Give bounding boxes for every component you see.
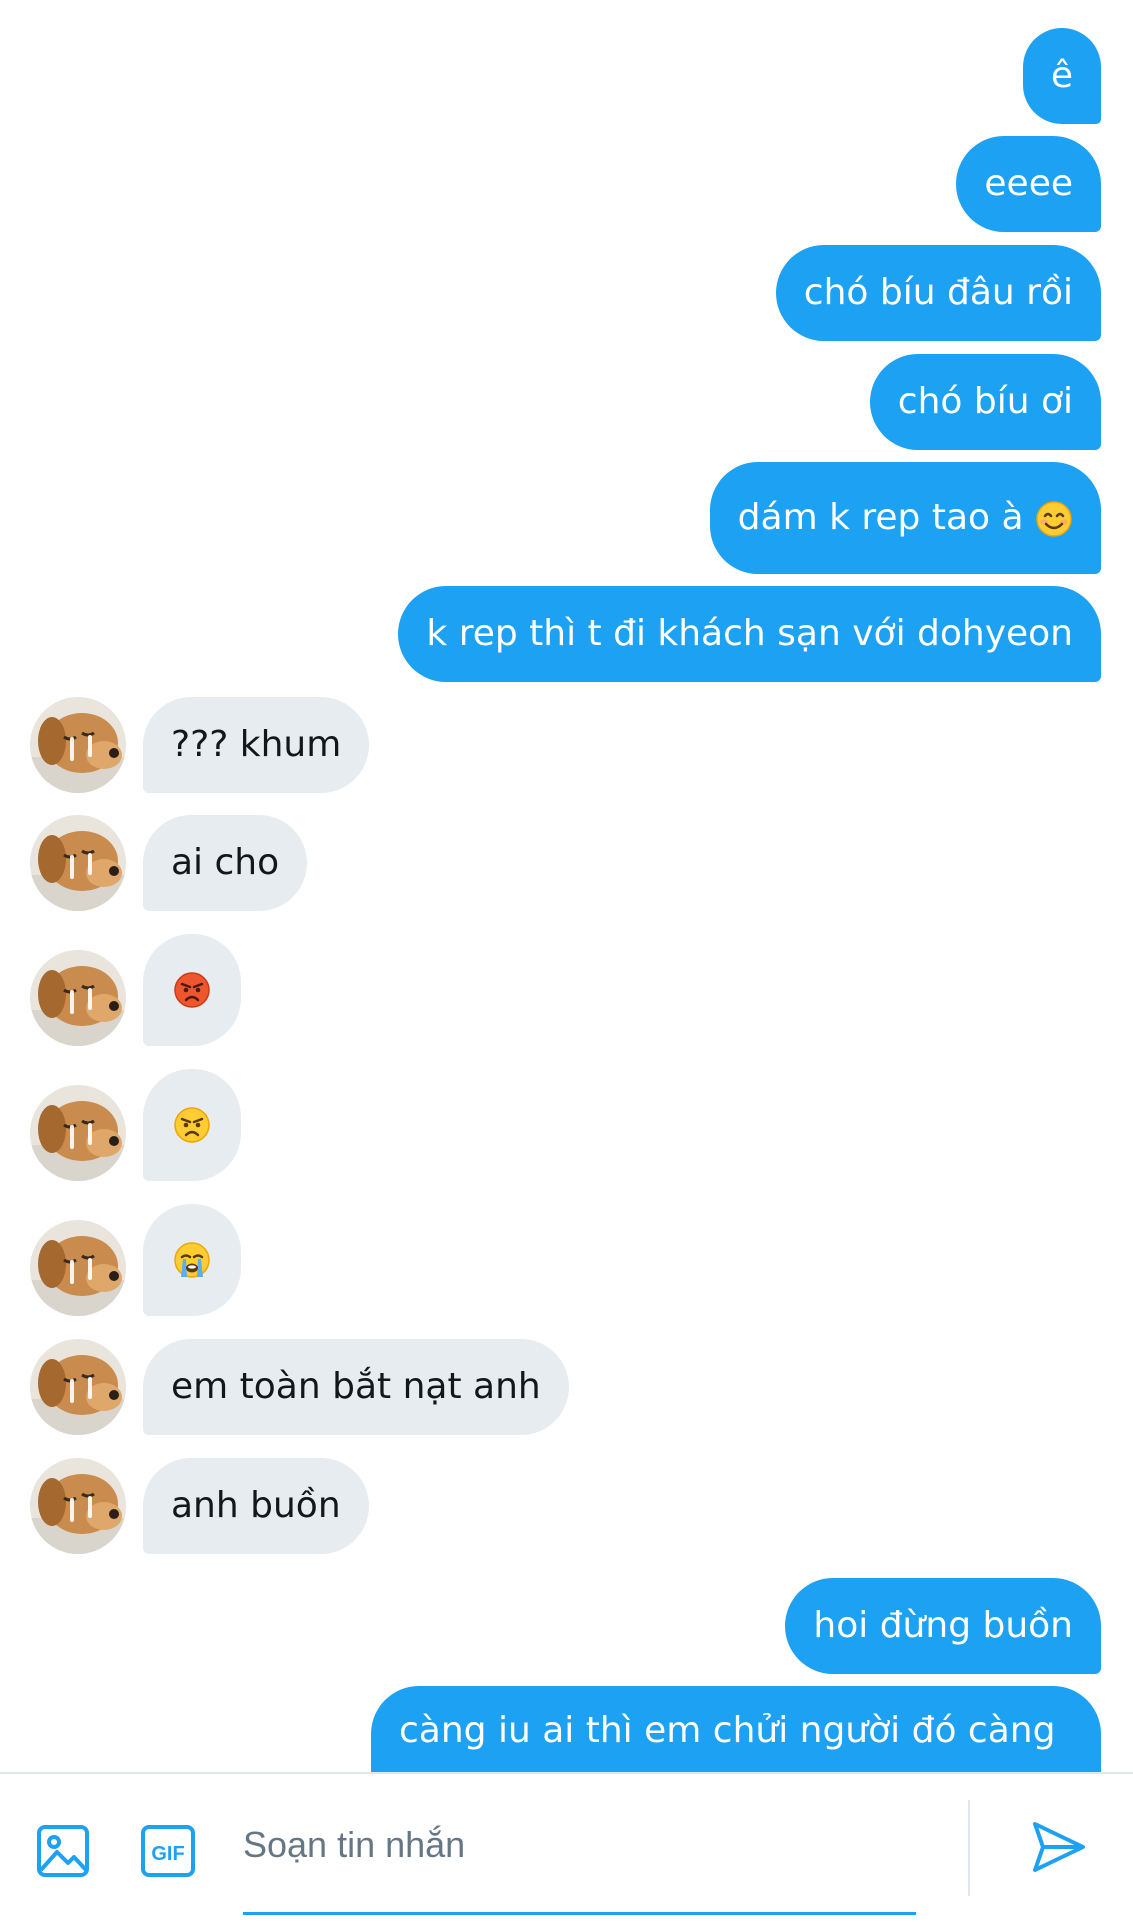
dog-photo-icon — [30, 1220, 126, 1316]
dog-photo-icon — [30, 1085, 126, 1181]
message-text: anh buồn — [171, 1485, 341, 1526]
outgoing-message-bubble[interactable]: hoi đừng buồn — [785, 1578, 1101, 1674]
dog-photo-icon — [30, 950, 126, 1046]
avatar[interactable] — [30, 1220, 126, 1316]
message-text: ai cho — [171, 842, 280, 883]
message-text: ê — [1050, 55, 1073, 96]
message-row-incoming: ??? khum — [0, 697, 1133, 793]
input-focus-underline — [243, 1912, 916, 1915]
incoming-message-bubble[interactable] — [143, 1069, 241, 1181]
image-icon — [37, 1825, 89, 1877]
message-row-outgoing: càng iu ai thì em chửi người đó càng — [0, 1686, 1133, 1772]
composer-divider — [968, 1800, 970, 1896]
smiling-face-emoji — [1035, 500, 1073, 538]
incoming-message-bubble[interactable]: anh buồn — [143, 1458, 369, 1554]
message-row-outgoing: k rep thì t đi khách sạn với dohyeon — [0, 586, 1133, 682]
message-text: hoi đừng buồn — [813, 1605, 1073, 1646]
avatar[interactable] — [30, 1458, 126, 1554]
dog-photo-icon — [30, 815, 126, 911]
message-input[interactable] — [243, 1802, 916, 1888]
pouting-face-emoji — [173, 971, 211, 1009]
message-row-incoming: anh buồn — [0, 1458, 1133, 1554]
message-text: eeee — [984, 163, 1073, 204]
incoming-message-bubble[interactable]: ??? khum — [143, 697, 370, 793]
avatar[interactable] — [30, 697, 126, 793]
gif-label: GIF — [151, 1843, 184, 1865]
message-text: dám k rep tao à — [737, 497, 1024, 538]
message-row-outgoing: hoi đừng buồn — [0, 1578, 1133, 1674]
outgoing-message-bubble[interactable]: chó bíu ơi — [869, 354, 1101, 450]
message-row-outgoing: ê — [0, 28, 1133, 124]
message-text: chó bíu đâu rồi — [803, 272, 1073, 313]
message-row-outgoing: chó bíu ơi — [0, 354, 1133, 450]
dog-photo-icon — [30, 1458, 126, 1554]
crying-face-emoji — [173, 1241, 211, 1279]
angry-face-emoji — [173, 1106, 211, 1144]
incoming-message-bubble[interactable] — [143, 934, 241, 1046]
message-text: k rep thì t đi khách sạn với dohyeon — [426, 613, 1073, 654]
incoming-message-bubble[interactable]: ai cho — [143, 815, 308, 911]
outgoing-message-bubble[interactable]: càng iu ai thì em chửi người đó càng — [371, 1686, 1101, 1772]
message-text: ??? khum — [171, 724, 342, 765]
incoming-message-bubble[interactable]: em toàn bắt nạt anh — [143, 1339, 569, 1435]
dog-photo-icon — [30, 697, 126, 793]
message-row-incoming: ai cho — [0, 815, 1133, 911]
outgoing-message-bubble[interactable]: k rep thì t đi khách sạn với dohyeon — [398, 586, 1101, 682]
dog-photo-icon — [30, 1339, 126, 1435]
message-row-incoming: em toàn bắt nạt anh — [0, 1339, 1133, 1435]
avatar[interactable] — [30, 815, 126, 911]
gif-icon: GIF — [141, 1825, 195, 1877]
outgoing-message-bubble[interactable]: eeee — [956, 136, 1101, 232]
message-text: càng iu ai thì em chửi người đó càng — [399, 1710, 1056, 1751]
message-row-incoming — [0, 1069, 1133, 1181]
message-thread[interactable]: ê eeee chó bíu đâu rồi chó bíu ơi dám k … — [0, 0, 1133, 1772]
avatar[interactable] — [30, 1339, 126, 1435]
add-gif-button[interactable]: GIF — [140, 1824, 196, 1882]
avatar[interactable] — [30, 1085, 126, 1181]
message-row-outgoing: eeee — [0, 136, 1133, 232]
message-composer: GIF — [0, 1772, 1133, 1922]
avatar[interactable] — [30, 950, 126, 1046]
message-row-outgoing: chó bíu đâu rồi — [0, 245, 1133, 341]
send-icon — [1033, 1822, 1085, 1872]
add-photo-button[interactable] — [36, 1824, 90, 1882]
message-text: chó bíu ơi — [897, 381, 1073, 422]
outgoing-message-bubble[interactable]: chó bíu đâu rồi — [775, 245, 1101, 341]
outgoing-message-bubble[interactable]: ê — [1022, 28, 1101, 124]
send-button[interactable] — [1030, 1818, 1088, 1880]
message-text: em toàn bắt nạt anh — [171, 1366, 541, 1407]
outgoing-message-bubble[interactable]: dám k rep tao à — [709, 462, 1101, 574]
message-row-outgoing: dám k rep tao à — [0, 462, 1133, 574]
incoming-message-bubble[interactable] — [143, 1204, 241, 1316]
message-row-incoming — [0, 1204, 1133, 1316]
message-row-incoming — [0, 934, 1133, 1046]
